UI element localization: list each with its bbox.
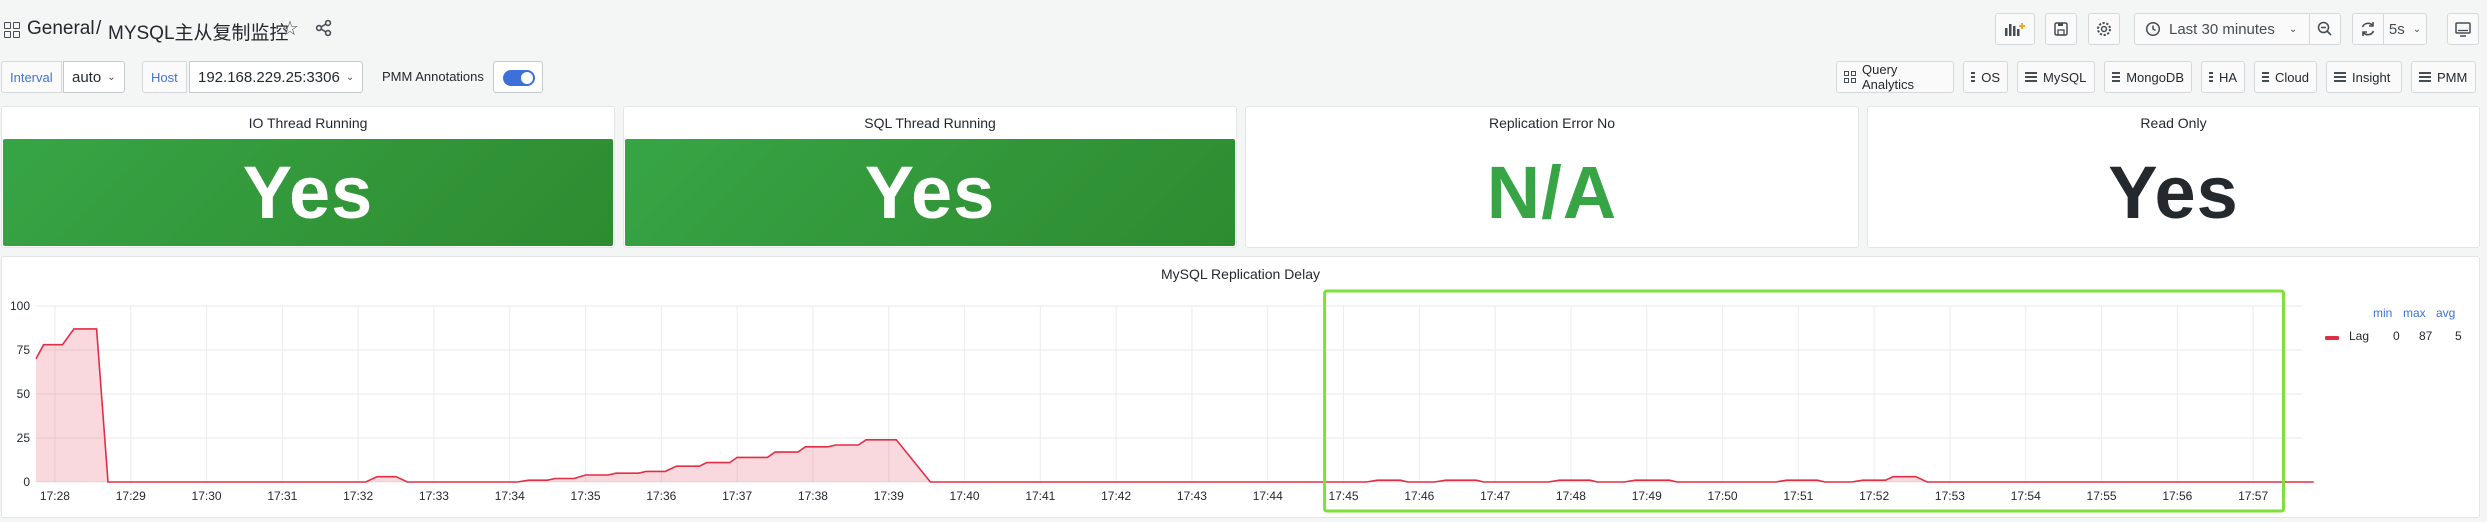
highlight-region-box: [1323, 289, 2285, 513]
replication-delay-chart[interactable]: 025507510017:28 17:29 17:30 17:31 17:32 17:33…: [0, 0, 2487, 522]
x-tick-label: 17:50: [1708, 489, 1738, 503]
x-tick-label: 17:38: [798, 489, 828, 503]
legend-header-avg[interactable]: avg: [2436, 306, 2455, 320]
x-tick-label: 17:45: [1329, 489, 1359, 503]
legend-header-min[interactable]: min: [2373, 306, 2392, 320]
x-tick-label: 17:51: [1783, 489, 1813, 503]
x-tick-label: 17:43: [1177, 489, 1207, 503]
x-tick-label: 17:47: [1480, 489, 1510, 503]
x-tick-label: 17:31: [267, 489, 297, 503]
legend-header-max[interactable]: max: [2403, 306, 2426, 320]
x-tick-label: 17:54: [2011, 489, 2041, 503]
x-tick-label: 17:30: [192, 489, 222, 503]
y-tick-label: 0: [23, 475, 30, 489]
legend-series-name[interactable]: Lag: [2349, 329, 2369, 343]
x-tick-label: 17:52: [1859, 489, 1889, 503]
y-tick-label: 75: [17, 343, 31, 357]
x-tick-label: 17:49: [1632, 489, 1662, 503]
series-area-lag: [36, 328, 2314, 482]
x-tick-label: 17:28: [40, 489, 70, 503]
legend-min-value: 0: [2393, 329, 2400, 343]
x-tick-label: 17:42: [1101, 489, 1131, 503]
x-tick-label: 17:53: [1935, 489, 1965, 503]
legend-max-value: 87: [2419, 329, 2433, 343]
x-tick-label: 17:55: [2087, 489, 2117, 503]
x-tick-label: 17:32: [343, 489, 373, 503]
x-tick-label: 17:39: [874, 489, 904, 503]
x-tick-label: 17:40: [950, 489, 980, 503]
x-tick-label: 17:37: [722, 489, 752, 503]
y-tick-label: 50: [17, 387, 31, 401]
x-tick-label: 17:57: [2238, 489, 2268, 503]
legend-series-swatch: [2325, 336, 2339, 340]
series-line-lag[interactable]: [35, 328, 2314, 483]
x-tick-label: 17:34: [495, 489, 525, 503]
x-tick-label: 17:29: [116, 489, 146, 503]
x-tick-label: 17:33: [419, 489, 449, 503]
x-tick-label: 17:41: [1025, 489, 1055, 503]
y-tick-label: 25: [17, 431, 31, 445]
x-tick-label: 17:48: [1556, 489, 1586, 503]
x-tick-label: 17:44: [1253, 489, 1283, 503]
x-tick-label: 17:46: [1404, 489, 1434, 503]
y-tick-label: 100: [10, 299, 30, 313]
legend-avg-value: 5: [2455, 329, 2462, 343]
x-tick-label: 17:56: [2162, 489, 2192, 503]
x-tick-label: 17:35: [571, 489, 601, 503]
x-tick-label: 17:36: [646, 489, 676, 503]
